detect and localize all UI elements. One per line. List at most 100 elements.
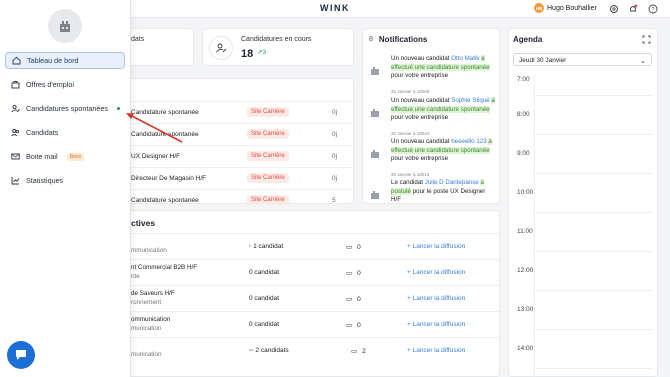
- stat-trend: ↗3: [257, 49, 267, 56]
- bell-icon[interactable]: [627, 3, 638, 14]
- sidebar-item-spontaneous-applications[interactable]: Candidatures spontanées: [5, 100, 125, 117]
- application-age: 5: [332, 197, 336, 204]
- sidebar-item-label: Candidats: [26, 128, 59, 137]
- agenda-hour: 11:00: [517, 228, 533, 235]
- notification-post: pour votre entreprise: [391, 72, 449, 80]
- launch-diffusion-button[interactable]: + Lancer la diffusion: [407, 243, 465, 250]
- settings-icon[interactable]: [608, 3, 619, 14]
- agenda-divider: [534, 95, 652, 96]
- campaign-dept: munication: [131, 351, 162, 358]
- stat-card-in-progress: Candidatures en cours 18 ↗3: [202, 28, 354, 66]
- campaigns-title: ctives: [131, 218, 156, 228]
- application-age: 0j: [332, 131, 338, 138]
- briefcase-icon: [11, 81, 20, 89]
- sidebar-item-label: Tableau de bord: [27, 56, 79, 65]
- building-icon: [369, 189, 381, 201]
- expand-icon[interactable]: [642, 35, 651, 44]
- sidebar-item-dashboard[interactable]: Tableau de bord: [5, 52, 125, 69]
- launch-diffusion-label: Lancer la diffusion: [412, 347, 466, 354]
- table-row[interactable]: de Saveurs H/F ronnement 0 candidat ▭ 0 +…: [91, 285, 499, 311]
- table-row[interactable]: nt Commercial B2B H/F nte 0 candidat ▭ 0 …: [91, 259, 499, 285]
- message-count: ▭ 0: [346, 321, 361, 330]
- stat-title: Candidatures en cours: [241, 36, 312, 43]
- notifications-panel: 8 Notifications Un nouveau candidat Otto…: [362, 28, 500, 204]
- launch-diffusion-button[interactable]: + Lancer la diffusion: [407, 295, 465, 302]
- app-logo[interactable]: WINK: [320, 3, 350, 13]
- mail-icon: [11, 153, 20, 160]
- candidate-link[interactable]: Sophie Stiqué: [451, 97, 490, 104]
- chat-icon: ▭: [346, 296, 353, 303]
- help-icon[interactable]: ?: [647, 3, 658, 14]
- stat-value: 18: [241, 48, 254, 60]
- candidate-link[interactable]: Otto Matik: [451, 55, 479, 62]
- campaign-name: ommunication: [131, 316, 171, 323]
- agenda-divider: [534, 212, 652, 213]
- new-indicator-dot: [116, 107, 120, 110]
- chat-icon: ▭: [346, 270, 353, 277]
- agenda-hour: 14:00: [517, 345, 534, 352]
- stat-trend-value: 3: [262, 49, 267, 56]
- chat-button[interactable]: [7, 341, 35, 369]
- launch-diffusion-label: Lancer la diffusion: [412, 243, 466, 250]
- agenda-date-select[interactable]: Jeudi 30 Janvier ⌄: [513, 53, 652, 66]
- message-count: ▭ 2: [351, 347, 366, 356]
- active-campaigns: ctives mmunication ◦ 1 candidat ▭ 0 + Lan…: [90, 210, 500, 377]
- building-icon: [369, 107, 381, 119]
- notification-post: pour votre entreprise: [391, 114, 449, 122]
- sidebar-item-mailbox[interactable]: Boite mail Beta: [5, 148, 125, 165]
- agenda-hour: 7:00: [517, 76, 530, 83]
- beta-badge: Beta: [66, 152, 84, 161]
- launch-diffusion-button[interactable]: + Lancer la diffusion: [407, 347, 465, 354]
- campaign-dept: nte: [131, 273, 140, 280]
- notification-post: pour votre entreprise: [391, 155, 449, 163]
- launch-diffusion-button[interactable]: + Lancer la diffusion: [407, 269, 465, 276]
- candidate-count: ◦◦ 2 candidats: [249, 347, 289, 354]
- sidebar-item-job-offers[interactable]: Offres d'emploi: [5, 76, 125, 93]
- application-title: Candidature spontanée: [131, 131, 199, 138]
- candidate-count-label: 2 candidats: [255, 347, 289, 354]
- user-menu[interactable]: HB Hugo Bouhallier: [534, 3, 597, 13]
- notification-pre: Le candidat: [391, 179, 423, 186]
- sidebar-item-label: Candidatures spontanées: [26, 104, 108, 113]
- table-row[interactable]: ommunication munication 0 candidat ▭ 0 + …: [91, 311, 499, 337]
- notification-text: Un nouveau candidat heeeello 123 a effec…: [391, 138, 495, 164]
- launch-diffusion-label: Lancer la diffusion: [412, 321, 466, 328]
- candidate-count: 0 candidat: [249, 321, 279, 328]
- application-title: UX Designer H/F: [131, 153, 181, 160]
- sidebar-item-label: Offres d'emploi: [26, 80, 74, 89]
- agenda-panel: Agenda Jeudi 30 Janvier ⌄ 7:00 8:00 9:00…: [508, 28, 658, 377]
- notification-pre: Un nouveau candidat: [391, 97, 450, 104]
- agenda-divider: [534, 173, 652, 174]
- campaign-dept: munication: [131, 325, 162, 332]
- notification-text: Un nouveau candidat Otto Matik a effectu…: [391, 55, 495, 81]
- source-tag: Site Carrière: [247, 107, 289, 117]
- company-logo[interactable]: [48, 9, 82, 43]
- sidebar-item-statistics[interactable]: Statistiques: [5, 172, 125, 189]
- campaign-name: nt Commercial B2B H/F: [131, 264, 198, 271]
- agenda-divider: [534, 368, 652, 369]
- campaign-dept: mmunication: [131, 247, 167, 254]
- table-row[interactable]: munication ◦◦ 2 candidats ▭ 2 + Lancer la…: [91, 337, 499, 363]
- launch-diffusion-button[interactable]: + Lancer la diffusion: [407, 321, 465, 328]
- source-tag: Site Carrière: [247, 173, 289, 183]
- user-pen-icon: [209, 36, 233, 60]
- message-count: ▭ 0: [346, 295, 361, 304]
- message-count-value: 2: [362, 347, 366, 355]
- candidate-count: 0 candidat: [249, 269, 279, 276]
- candidate-link[interactable]: heeeello 123: [451, 138, 486, 145]
- sidebar-item-candidates[interactable]: Candidats: [5, 124, 125, 141]
- building-icon: [369, 65, 381, 77]
- chart-icon: [11, 177, 20, 185]
- chat-icon: ▭: [346, 244, 353, 251]
- campaign-name: de Saveurs H/F: [131, 290, 175, 297]
- agenda-divider: [534, 290, 652, 291]
- sidebar-item-label: Boite mail: [26, 152, 58, 161]
- candidate-link[interactable]: Julie D Dantepanse: [425, 179, 479, 186]
- notifications-title: Notifications: [378, 35, 428, 44]
- agenda-date: Jeudi 30 Janvier: [519, 57, 567, 64]
- application-title: Directeur De Magasin H/F: [131, 175, 207, 182]
- application-age: 0j: [332, 109, 338, 116]
- table-row[interactable]: mmunication ◦ 1 candidat ▭ 0 + Lancer la …: [91, 233, 499, 259]
- agenda-hour: 9:00: [517, 150, 530, 157]
- agenda-divider: [534, 251, 652, 252]
